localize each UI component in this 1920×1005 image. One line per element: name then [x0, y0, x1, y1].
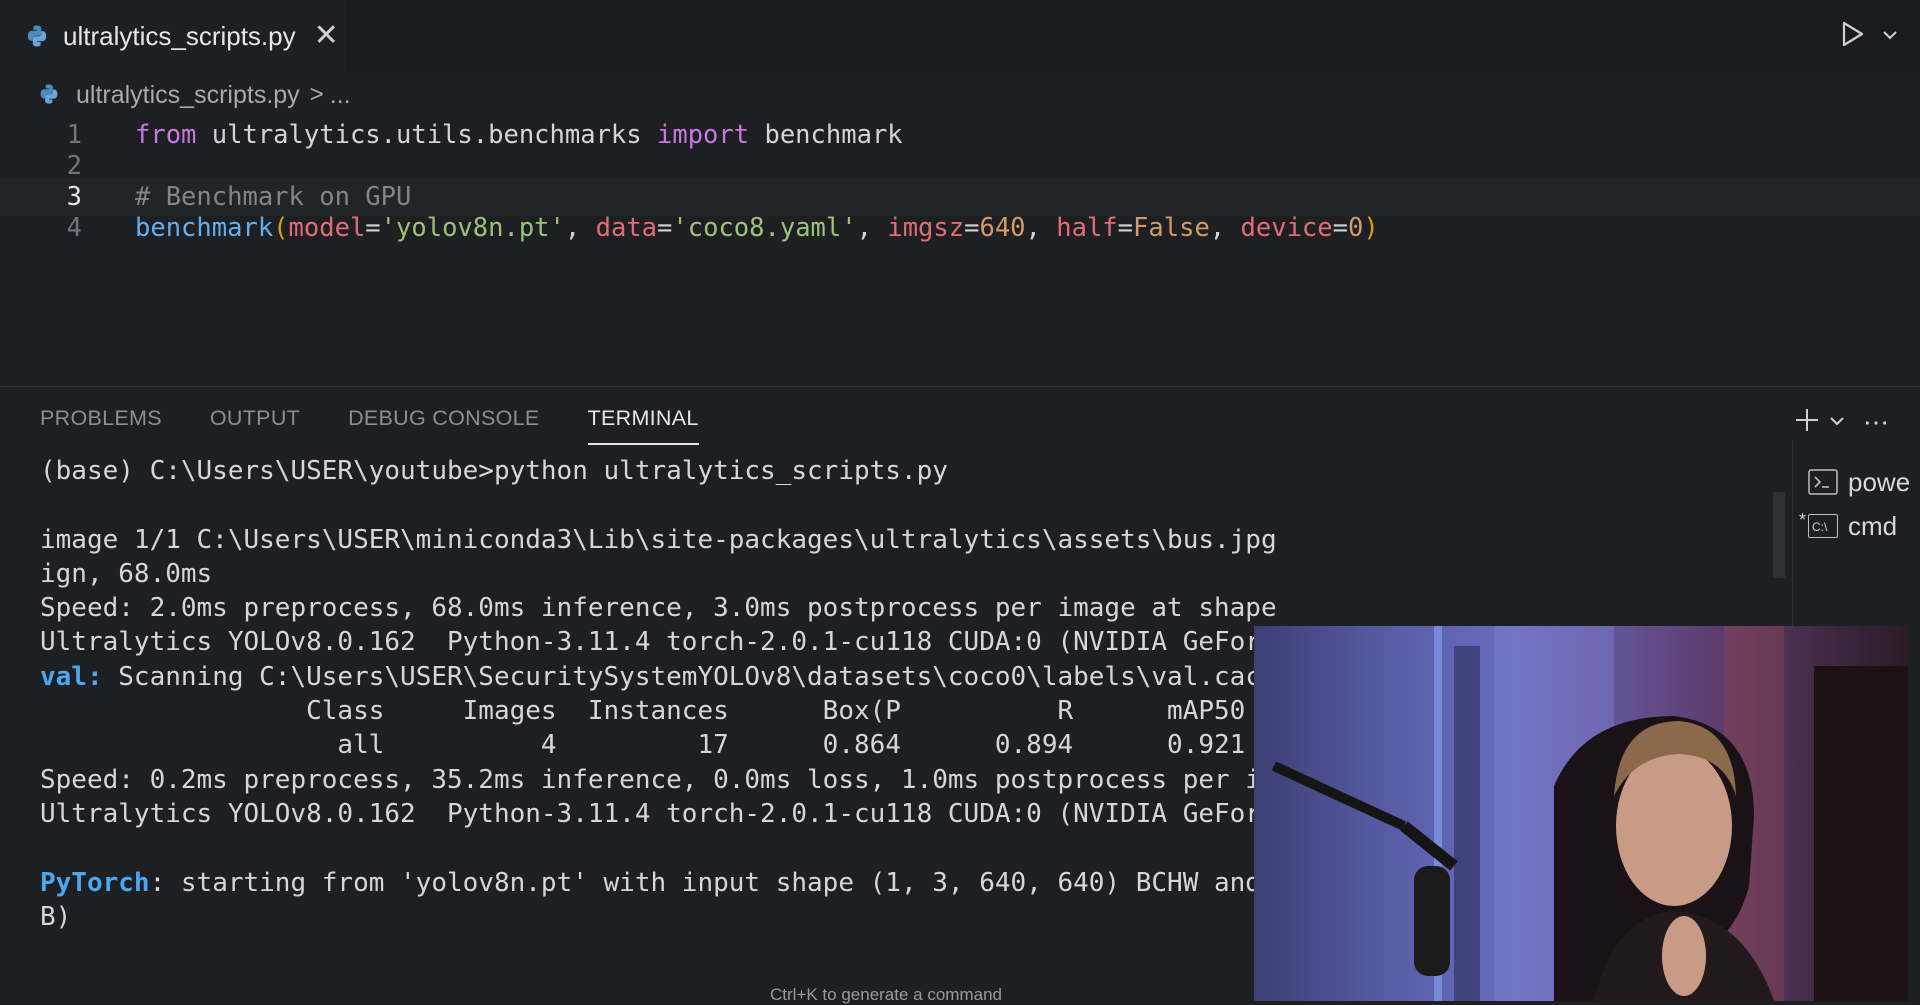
run-icon[interactable] — [1840, 20, 1866, 53]
active-indicator-icon: * — [1799, 510, 1807, 530]
python-icon — [25, 24, 49, 48]
line-number: 3 — [66, 182, 82, 212]
terminal-line-pytorch: PyTorch: starting from 'yolov8n.pt' with… — [40, 866, 1280, 900]
boolean-value: False — [1133, 213, 1210, 243]
terminal-line: all 4 17 0.864 0.894 0.921 — [40, 730, 1246, 761]
string-value: 'coco8.yaml' — [672, 213, 857, 243]
terminal-line: (base) C:\Users\USER\youtube>python ultr… — [40, 456, 948, 486]
line-number: 1 — [66, 120, 82, 150]
terminal-line-val: val: Scanning C:\Users\USER\SecuritySyst… — [40, 660, 1280, 694]
breadcrumb-file[interactable]: ultralytics_scripts.py — [76, 81, 300, 110]
breadcrumb-separator: > — [309, 81, 324, 108]
terminal-line: B) — [40, 901, 72, 932]
powershell-icon — [1808, 469, 1838, 495]
function-name: benchmark — [135, 213, 274, 243]
comma: , — [1209, 213, 1241, 243]
comma: , — [856, 213, 888, 243]
webcam-image — [1271, 626, 1908, 1001]
code-comment: # Benchmark on GPU — [135, 182, 412, 212]
tab-debug-console[interactable]: DEBUG CONSOLE — [348, 406, 539, 445]
keyword: from — [135, 120, 197, 150]
breadcrumb: ultralytics_scripts.py > ... — [38, 78, 351, 112]
cmd-icon: C:\ — [1808, 514, 1838, 538]
val-prefix: val: — [40, 661, 103, 692]
tab-output[interactable]: OUTPUT — [210, 406, 300, 445]
code-editor[interactable]: 1 from ultralytics.utils.benchmarks impo… — [0, 116, 1920, 386]
terminal-scrollbar[interactable] — [1773, 492, 1785, 578]
close-icon[interactable]: ✕ — [314, 21, 339, 51]
operator: = — [657, 213, 673, 243]
string-value: 'yolov8n.pt' — [380, 213, 565, 243]
panel-divider[interactable] — [0, 386, 1920, 387]
line-number: 2 — [66, 151, 82, 181]
operator: = — [964, 213, 980, 243]
terminal-line: image 1/1 C:\Users\USER\miniconda3\Lib\s… — [40, 524, 1280, 555]
param-name: device — [1240, 213, 1333, 243]
terminal-line: Speed: 2.0ms preprocess, 68.0ms inferenc… — [40, 593, 1277, 624]
operator: = — [365, 213, 381, 243]
tab-ultralytics-scripts[interactable]: ultralytics_scripts.py ✕ — [0, 0, 346, 72]
run-controls — [1840, 20, 1898, 53]
editor-tab-bar: ultralytics_scripts.py ✕ — [0, 0, 1920, 72]
terminal-item-label: powe — [1848, 466, 1911, 497]
code-line: 4 benchmark(model='yolov8n.pt', data='co… — [0, 209, 1920, 247]
code-text: from ultralytics.utils.benchmarks import… — [135, 120, 903, 150]
python-icon — [38, 83, 62, 107]
terminal-item-powershell[interactable]: powe — [1808, 460, 1920, 504]
operator: = — [1117, 213, 1134, 243]
paren: ( — [273, 213, 289, 243]
keyword: import — [657, 120, 750, 150]
terminal-output[interactable]: (base) C:\Users\USER\youtube>python ultr… — [40, 454, 1280, 954]
terminal-line: ign, 68.0ms — [40, 558, 213, 589]
pytorch-prefix: PyTorch — [40, 867, 150, 898]
number-value: 640 — [979, 213, 1026, 243]
more-actions-icon[interactable]: ⋯ — [1863, 407, 1890, 438]
code-text: benchmark(model='yolov8n.pt', data='coco… — [135, 213, 1379, 243]
param-name: imgsz — [887, 213, 965, 243]
val-text: Scanning C:\Users\USER\SecuritySystemYOL… — [102, 661, 1280, 692]
tab-problems[interactable]: PROBLEMS — [40, 406, 162, 445]
terminal-list: powe * C:\ cmd — [1799, 460, 1920, 548]
tab-label: ultralytics_scripts.py — [63, 20, 296, 51]
terminal-item-label: cmd — [1848, 510, 1898, 541]
terminal-line: Speed: 0.2ms preprocess, 35.2ms inferenc… — [40, 764, 1280, 795]
param-name: half — [1056, 213, 1118, 243]
number-value: 0 — [1348, 213, 1364, 243]
command-hint: Ctrl+K to generate a command — [770, 985, 1002, 1004]
line-number: 4 — [66, 213, 82, 243]
panel-tabs: PROBLEMS OUTPUT DEBUG CONSOLE TERMINAL — [40, 406, 699, 445]
terminal-line: Ultralytics YOLOv8.0.162 Python-3.11.4 t… — [40, 627, 1280, 658]
webcam-overlay — [1254, 626, 1908, 1001]
param-name: model — [288, 213, 366, 243]
terminal-line: Ultralytics YOLOv8.0.162 Python-3.11.4 t… — [40, 798, 1280, 829]
breadcrumb-more[interactable]: ... — [330, 81, 351, 110]
terminal-line: Class Images Instances Box(P R mAP50 mA — [40, 696, 1280, 727]
comma: , — [564, 213, 596, 243]
pytorch-text: : starting from 'yolov8n.pt' with input … — [149, 867, 1280, 898]
chevron-down-icon[interactable] — [1829, 414, 1845, 432]
new-terminal-icon[interactable] — [1793, 406, 1821, 439]
import-name: benchmark — [749, 120, 903, 150]
terminal-item-cmd[interactable]: * C:\ cmd — [1799, 504, 1920, 548]
comma: , — [1025, 213, 1057, 243]
panel-actions: ⋯ — [1793, 406, 1890, 439]
tab-terminal[interactable]: TERMINAL — [587, 406, 699, 445]
module-name: ultralytics.utils.benchmarks — [196, 120, 657, 150]
paren: ) — [1363, 213, 1379, 243]
param-name: data — [595, 213, 658, 243]
chevron-down-icon[interactable] — [1882, 28, 1898, 46]
operator: = — [1332, 213, 1348, 243]
